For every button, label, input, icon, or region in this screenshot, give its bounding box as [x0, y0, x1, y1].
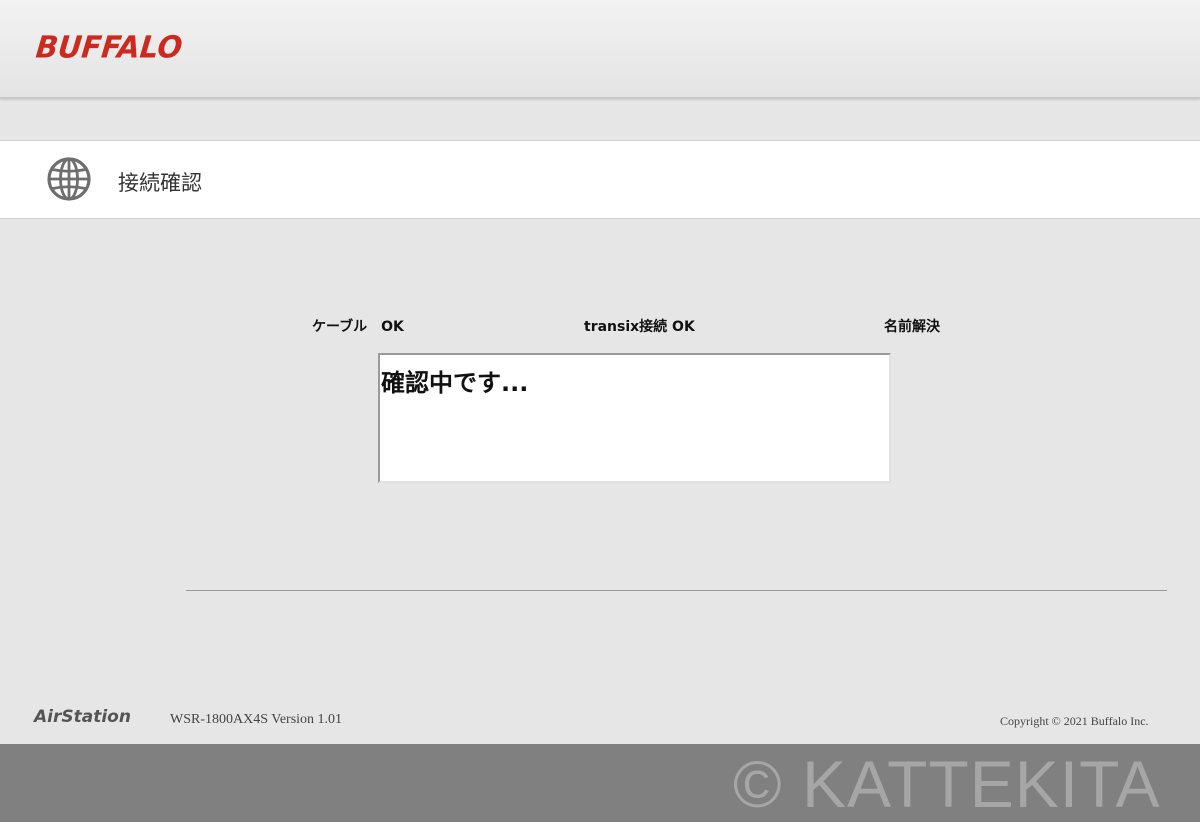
status-cable: ケーブル OK	[312, 319, 404, 335]
buffalo-logo: BUFFALO	[34, 29, 185, 65]
header-bar: BUFFALO	[0, 0, 1200, 99]
airstation-logo: AirStation	[34, 707, 131, 727]
message-box: 確認中です...	[378, 353, 891, 483]
firmware-version: WSR-1800AX4S Version 1.01	[170, 712, 343, 727]
page-title-bar: 接続確認	[0, 140, 1200, 219]
globe-icon	[47, 157, 91, 201]
status-name-resolution: 名前解決	[884, 319, 940, 335]
watermark-band: © KATTEKITA	[0, 744, 1200, 822]
checking-message: 確認中です...	[381, 369, 529, 397]
page-title: 接続確認	[118, 171, 202, 195]
divider	[186, 590, 1167, 591]
copyright-text: Copyright © 2021 Buffalo Inc.	[1000, 714, 1149, 728]
status-transix: transix接続 OK	[584, 319, 695, 335]
watermark-text: © KATTEKITA	[733, 747, 1161, 821]
